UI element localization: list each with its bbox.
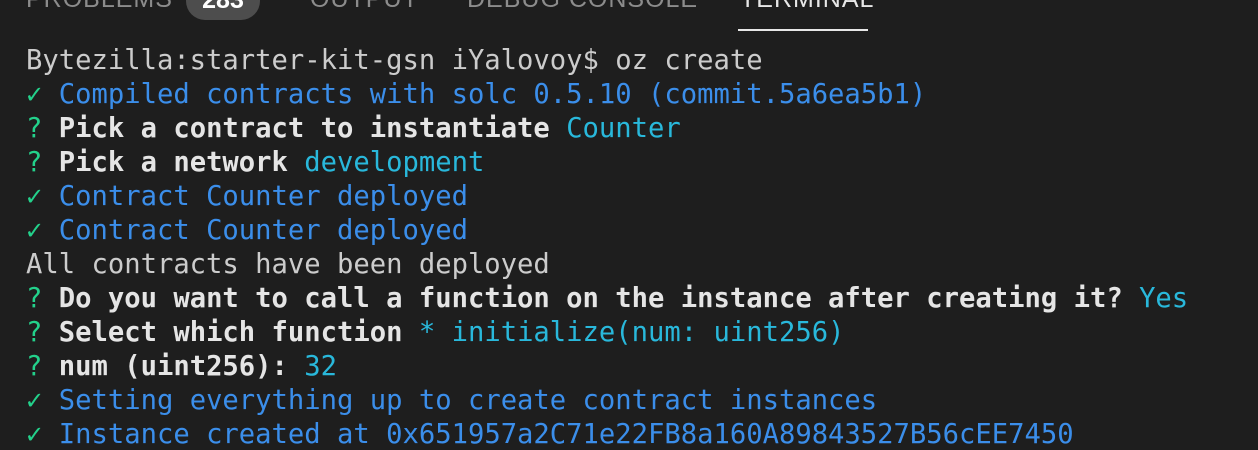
terminal-line: ? Pick a contract to instantiate Counter	[26, 112, 1258, 146]
status-text: Instance created at 0x651957a2C71e22FB8a…	[58, 419, 1074, 450]
answer-text: * initialize(num: uint256)	[418, 317, 845, 348]
active-tab-indicator	[738, 29, 868, 31]
answer-text: Counter	[566, 113, 681, 144]
question-text: Do you want to call a function on the in…	[58, 283, 1123, 314]
panel-tab-bar: PROBLEMS 283 OUTPUT DEBUG CONSOLE TERMIN…	[0, 0, 1258, 36]
status-text: Setting everything up to create contract…	[58, 385, 878, 416]
problems-count-badge: 283	[186, 0, 260, 20]
check-mark-icon: ✓	[26, 215, 43, 246]
question-mark-icon: ?	[26, 283, 43, 314]
question-mark-icon: ?	[26, 147, 43, 178]
terminal-line: ? Select which function * initialize(num…	[26, 316, 1258, 350]
terminal-line: ✓ Setting everything up to create contra…	[26, 384, 1258, 418]
tab-debug-console[interactable]: DEBUG CONSOLE	[467, 0, 698, 14]
terminal-line: ? Pick a network development	[26, 146, 1258, 180]
terminal-output[interactable]: Bytezilla:starter-kit-gsn iYalovoy$ oz c…	[26, 44, 1258, 450]
check-mark-icon: ✓	[26, 79, 43, 110]
tab-problems[interactable]: PROBLEMS	[26, 0, 173, 14]
terminal-prompt-line: Bytezilla:starter-kit-gsn iYalovoy$ oz c…	[26, 45, 763, 76]
terminal-line: ✓ Contract Counter deployed	[26, 214, 1258, 248]
terminal-line: ? num (uint256): 32	[26, 350, 1258, 384]
question-text: Select which function	[58, 317, 403, 348]
status-text: Contract Counter deployed	[58, 181, 468, 212]
check-mark-icon: ✓	[26, 385, 43, 416]
status-text: Compiled contracts with solc 0.5.10 (com…	[58, 79, 927, 110]
answer-text: Yes	[1139, 283, 1189, 314]
terminal-line: ? Do you want to call a function on the …	[26, 282, 1258, 316]
status-text: Contract Counter deployed	[58, 215, 468, 246]
terminal-line: All contracts have been deployed	[26, 249, 550, 280]
question-text: num (uint256):	[58, 351, 288, 382]
terminal-line: ✓ Instance created at 0x651957a2C71e22FB…	[26, 418, 1258, 450]
terminal-line: ✓ Contract Counter deployed	[26, 180, 1258, 214]
answer-text: development	[304, 147, 485, 178]
tab-output[interactable]: OUTPUT	[310, 0, 419, 14]
question-mark-icon: ?	[26, 317, 43, 348]
question-text: Pick a contract to instantiate	[58, 113, 550, 144]
question-mark-icon: ?	[26, 113, 43, 144]
answer-text: 32	[304, 351, 338, 382]
question-mark-icon: ?	[26, 351, 43, 382]
check-mark-icon: ✓	[26, 181, 43, 212]
tab-terminal[interactable]: TERMINAL	[740, 0, 874, 14]
check-mark-icon: ✓	[26, 419, 43, 450]
question-text: Pick a network	[58, 147, 288, 178]
terminal-line: ✓ Compiled contracts with solc 0.5.10 (c…	[26, 78, 1258, 112]
